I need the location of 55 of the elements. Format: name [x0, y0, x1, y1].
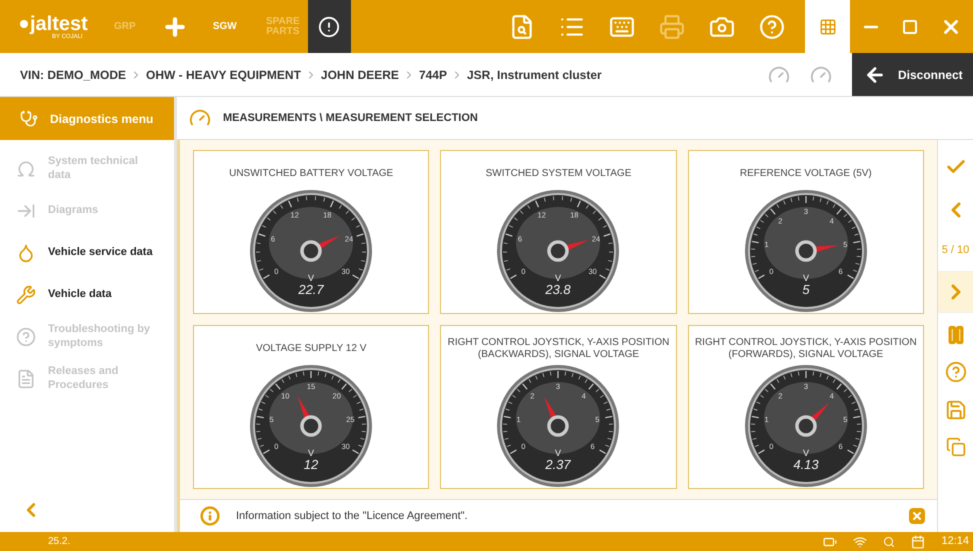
- pause-icon[interactable]: [946, 324, 966, 344]
- section-title: MEASUREMENTS \ MEASUREMENT SELECTION: [223, 110, 478, 126]
- alert-icon: [318, 16, 340, 38]
- unit-label: V: [802, 448, 809, 458]
- stethoscope-icon: [20, 110, 38, 128]
- sidebar-item[interactable]: Vehicle service data: [0, 232, 174, 274]
- breadcrumb-item[interactable]: VIN: DEMO_MODE: [20, 66, 126, 84]
- close-icon: [911, 510, 923, 522]
- status-date: 25.2.: [48, 535, 70, 549]
- info-icon: [200, 506, 220, 526]
- omega-icon: [16, 159, 36, 179]
- zoom-icon: [883, 536, 896, 548]
- next-button[interactable]: [938, 270, 973, 312]
- gauge-title: VOLTAGE SUPPLY 12 V: [254, 342, 368, 356]
- unit-label: V: [555, 273, 562, 283]
- sidebar-item[interactable]: Vehicle data: [0, 274, 174, 316]
- gauge-reading: 4.13: [793, 457, 818, 472]
- page-counter: 5 / 10: [942, 243, 970, 258]
- gauge-reading: 2.37: [546, 457, 572, 472]
- wrench-icon: [16, 285, 36, 305]
- app-logo: jaltest: [30, 14, 88, 34]
- breadcrumb-item[interactable]: JOHN DEERE: [320, 66, 399, 84]
- gauge-reading: 5: [802, 282, 810, 297]
- question-icon: [16, 327, 36, 347]
- unit-label: V: [308, 273, 314, 283]
- sidebar-title: Diagnostics menu: [50, 110, 154, 128]
- close-button[interactable]: [909, 508, 925, 524]
- gauge-title: SWITCHED SYSTEM VOLTAGE: [484, 168, 632, 180]
- unit-label: V: [308, 448, 314, 458]
- alert-button[interactable]: [308, 0, 351, 53]
- wifi-icon: [853, 534, 868, 548]
- gauge-reading: 22.7: [298, 282, 324, 297]
- unit-label: V: [802, 273, 809, 283]
- dot-icon: [20, 20, 28, 28]
- breadcrumb-item[interactable]: JSR, Instrument cluster: [466, 66, 602, 84]
- documents-icon[interactable]: [946, 436, 966, 456]
- maximize-icon[interactable]: [902, 18, 918, 34]
- info-text: Information subject to the "Licence Agreement".: [236, 508, 469, 524]
- breadcrumb-item[interactable]: 744P: [418, 66, 447, 84]
- printer-icon[interactable]: [659, 14, 685, 40]
- gauge-reading: 23.8: [546, 282, 572, 297]
- gauge-title: REFERENCE VOLTAGE (5V): [738, 168, 873, 180]
- disconnect-button[interactable]: Disconnect: [852, 53, 973, 96]
- gauge-reading: 12: [304, 457, 318, 472]
- gauge-title: UNSWITCHED BATTERY VOLTAGE: [228, 168, 394, 180]
- apps-grid-icon[interactable]: [818, 18, 836, 36]
- gauge-title: RIGHT CONTROL JOYSTICK, Y-AXIS POSITION (BACKWARDS), SIGNAL VOLTAGE: [446, 336, 670, 362]
- save-icon[interactable]: [944, 398, 966, 420]
- gauge-title: RIGHT CONTROL JOYSTICK, Y-AXIS POSITION (FORWARDS), SIGNAL VOLTAGE: [694, 336, 918, 362]
- status-time: 12:14: [941, 534, 969, 550]
- help-icon[interactable]: [944, 360, 966, 382]
- unit-label: V: [555, 448, 562, 458]
- breadcrumb-item[interactable]: OHW - HEAVY EQUIPMENT: [146, 66, 301, 84]
- document-icon: [16, 369, 36, 389]
- calendar-icon: [911, 534, 926, 548]
